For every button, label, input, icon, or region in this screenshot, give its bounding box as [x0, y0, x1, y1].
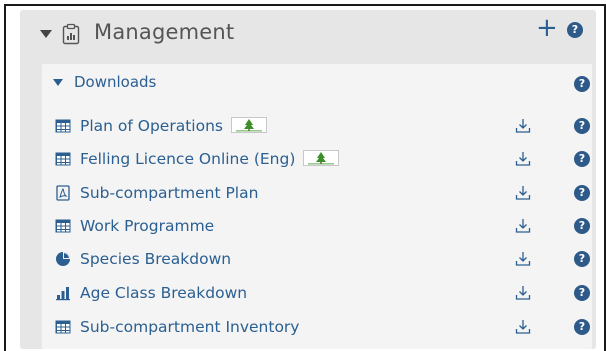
help-icon[interactable]: ?	[574, 319, 590, 335]
clipboard-chart-icon	[62, 23, 80, 45]
download-item-species-breakdown[interactable]: Species Breakdown ?	[42, 244, 592, 274]
download-item-label[interactable]: Work Programme	[80, 217, 214, 235]
download-icon[interactable]	[514, 184, 532, 202]
downloads-section: Downloads ? Plan of Operations ? Felling…	[42, 64, 592, 349]
table-icon	[55, 320, 71, 334]
download-item-age-class-breakdown[interactable]: Age Class Breakdown ?	[42, 278, 592, 308]
help-icon[interactable]: ?	[574, 285, 590, 301]
download-item-plan-of-operations[interactable]: Plan of Operations ?	[42, 111, 592, 141]
download-icon[interactable]	[514, 150, 532, 168]
management-header: Management + ?	[20, 10, 596, 60]
download-icon[interactable]	[514, 250, 532, 268]
table-icon	[55, 152, 71, 166]
expand-caret-icon[interactable]	[53, 79, 63, 86]
download-item-sub-compartment-plan[interactable]: Sub-compartment Plan ?	[42, 178, 592, 208]
downloads-title[interactable]: Downloads	[74, 73, 156, 91]
forestry-commission-logo	[303, 149, 340, 166]
downloads-header[interactable]: Downloads ?	[42, 64, 592, 98]
table-icon	[55, 219, 71, 233]
add-button[interactable]: +	[536, 15, 558, 41]
download-item-sub-compartment-inventory[interactable]: Sub-compartment Inventory ?	[42, 312, 592, 342]
forestry-commission-logo	[230, 116, 267, 133]
download-item-label[interactable]: Sub-compartment Inventory	[80, 318, 299, 336]
window-frame: Management + ? Downloads ? Plan of Opera…	[4, 4, 606, 351]
download-item-felling-licence-online[interactable]: Felling Licence Online (Eng) ?	[42, 144, 592, 174]
help-icon[interactable]: ?	[574, 118, 590, 134]
panel-title: Management	[94, 20, 235, 44]
download-icon[interactable]	[514, 284, 532, 302]
pie-chart-icon	[56, 252, 70, 266]
management-panel: Management + ? Downloads ? Plan of Opera…	[20, 10, 596, 349]
help-icon[interactable]: ?	[574, 76, 590, 92]
download-item-label[interactable]: Felling Licence Online (Eng)	[80, 150, 295, 168]
bar-chart-icon	[56, 287, 70, 301]
collapse-caret-icon[interactable]	[40, 30, 52, 38]
download-icon[interactable]	[514, 217, 532, 235]
download-icon[interactable]	[514, 318, 532, 336]
download-item-label[interactable]: Plan of Operations	[80, 117, 223, 135]
help-icon[interactable]: ?	[574, 251, 590, 267]
help-icon[interactable]: ?	[574, 218, 590, 234]
help-icon[interactable]: ?	[574, 151, 590, 167]
download-item-label[interactable]: Sub-compartment Plan	[80, 184, 258, 202]
pdf-icon	[56, 185, 70, 201]
help-icon[interactable]: ?	[574, 185, 590, 201]
table-icon	[55, 119, 71, 133]
help-icon[interactable]: ?	[567, 22, 583, 38]
download-item-label[interactable]: Age Class Breakdown	[80, 284, 247, 302]
download-item-work-programme[interactable]: Work Programme ?	[42, 211, 592, 241]
download-item-label[interactable]: Species Breakdown	[80, 250, 231, 268]
download-icon[interactable]	[514, 117, 532, 135]
